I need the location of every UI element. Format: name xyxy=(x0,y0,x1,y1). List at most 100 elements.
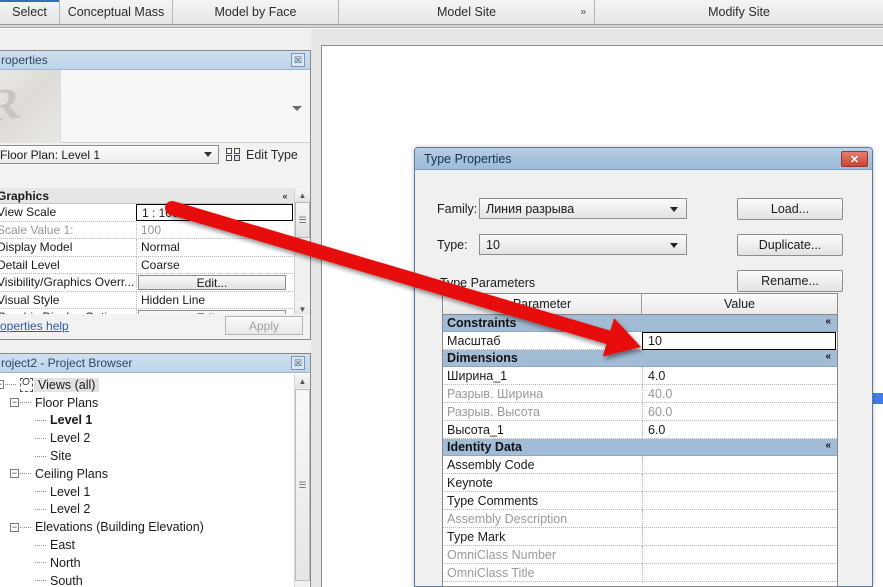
parameter-value[interactable] xyxy=(642,528,837,546)
revit-logo-glyph: R xyxy=(0,76,19,133)
parameter-value[interactable]: 6.0 xyxy=(642,421,837,439)
parameter-name: Keynote xyxy=(443,474,642,492)
view-type-combobox[interactable]: Floor Plan: Level 1 xyxy=(0,145,219,164)
table-row: Assembly Description xyxy=(443,510,837,528)
load-button[interactable]: Load... xyxy=(737,198,843,220)
scrollbar-thumb[interactable]: ☰ xyxy=(295,202,310,238)
table-section-constraints[interactable]: Constraints « xyxy=(443,315,837,332)
chevron-down-icon[interactable] xyxy=(292,106,302,111)
close-icon[interactable]: ☒ xyxy=(291,53,305,67)
tree-item-ceiling-plan-level-2[interactable]: Level 2 xyxy=(0,501,294,519)
close-icon[interactable]: ✕ xyxy=(841,151,868,167)
parameter-name: Assembly Description xyxy=(443,510,642,528)
active-tab-accent xyxy=(0,0,59,2)
tree-item-views-all[interactable]: − Views (all) xyxy=(0,376,294,394)
property-row-visibility-graphics[interactable]: Visibility/Graphics Overr... Edit... xyxy=(0,274,309,292)
tree-item-ceiling-plan-level-1[interactable]: Level 1 xyxy=(0,483,294,501)
project-browser-tree[interactable]: − Views (all) − Floor Plans Level 1 Leve xyxy=(0,374,294,587)
chevron-down-icon[interactable] xyxy=(670,207,678,212)
property-value-input[interactable]: 1 : 100 xyxy=(136,204,293,221)
parameter-value[interactable] xyxy=(642,492,837,510)
scroll-up-icon[interactable]: ▲ xyxy=(295,188,310,202)
collapse-chevron-icon[interactable]: « xyxy=(825,316,831,327)
duplicate-button[interactable]: Duplicate... xyxy=(737,234,843,256)
properties-group-header[interactable]: Graphics « xyxy=(0,188,309,204)
table-row[interactable]: Ширина_1 4.0 xyxy=(443,367,837,385)
property-row-display-model[interactable]: Display Model Normal xyxy=(0,239,309,257)
table-row[interactable]: Keynote xyxy=(443,474,837,492)
tree-item-floor-plans[interactable]: − Floor Plans xyxy=(0,394,294,412)
parameter-value[interactable] xyxy=(642,474,837,492)
tree-item-floor-plan-level-1[interactable]: Level 1 xyxy=(0,412,294,430)
property-value[interactable]: Normal xyxy=(136,239,293,257)
expander-icon[interactable]: − xyxy=(10,469,19,479)
tree-item-elevations[interactable]: − Elevations (Building Elevation) xyxy=(0,518,294,536)
type-value: 10 xyxy=(486,237,500,252)
column-header-value[interactable]: Value xyxy=(642,294,837,314)
table-row: OmniClass Title xyxy=(443,564,837,582)
dialog-title: Type Properties xyxy=(424,151,512,166)
properties-group-label: Graphics xyxy=(0,188,277,204)
ribbon-tab-model-site[interactable]: Model Site » xyxy=(339,0,595,24)
tree-item-floor-plan-level-2[interactable]: Level 2 xyxy=(0,429,294,447)
properties-footer: roperties help Apply xyxy=(0,314,309,338)
collapse-chevron-icon[interactable]: « xyxy=(277,188,293,204)
rename-button[interactable]: Rename... xyxy=(737,270,843,292)
property-value[interactable]: Hidden Line xyxy=(136,291,293,309)
scrollbar-thumb[interactable]: ☰ xyxy=(295,389,310,581)
family-value: Линия разрыва xyxy=(486,201,575,216)
property-name: Display Model xyxy=(0,239,136,257)
property-row-detail-level[interactable]: Detail Level Coarse xyxy=(0,256,309,274)
expander-icon[interactable]: − xyxy=(10,398,19,408)
apply-button[interactable]: Apply xyxy=(225,316,303,335)
chevron-down-icon[interactable] xyxy=(204,152,212,157)
property-value: 100 xyxy=(136,221,293,239)
edit-type-button[interactable]: Edit Type xyxy=(219,145,308,164)
property-value[interactable]: Coarse xyxy=(136,256,293,274)
ribbon-tab-conceptual-mass[interactable]: Conceptual Mass xyxy=(60,0,173,24)
parameter-value[interactable]: 4.0 xyxy=(642,367,837,385)
scroll-up-icon[interactable]: ▲ xyxy=(295,374,310,388)
properties-help-link[interactable]: roperties help xyxy=(0,319,69,333)
table-row[interactable]: Type Comments xyxy=(443,492,837,510)
table-row[interactable]: Assembly Code xyxy=(443,456,837,474)
property-row-view-scale[interactable]: View Scale 1 : 100 xyxy=(0,204,309,222)
column-header-parameter[interactable]: Parameter xyxy=(443,294,642,314)
project-browser-scrollbar[interactable]: ▲ ☰ xyxy=(294,374,310,587)
expander-icon[interactable]: − xyxy=(10,522,19,532)
parameter-value[interactable] xyxy=(642,456,837,474)
dialog-titlebar[interactable]: Type Properties ✕ xyxy=(415,148,872,170)
ribbon-tab-select[interactable]: Select xyxy=(0,0,60,24)
edit-button[interactable]: Edit... xyxy=(138,275,286,291)
tree-item-label: Ceiling Plans xyxy=(35,466,108,481)
close-icon[interactable]: ☒ xyxy=(291,356,305,370)
table-row[interactable]: Высота_1 6.0 xyxy=(443,421,837,439)
table-row[interactable]: Type Mark xyxy=(443,528,837,546)
family-combobox[interactable]: Линия разрыва xyxy=(479,198,687,219)
ribbon-tab-label: Select xyxy=(12,5,47,19)
type-combobox[interactable]: 10 xyxy=(479,234,687,255)
tree-item-elevation-east[interactable]: East xyxy=(0,536,294,554)
tree-item-ceiling-plans[interactable]: − Ceiling Plans xyxy=(0,465,294,483)
table-section-identity-data[interactable]: Identity Data « xyxy=(443,439,837,456)
table-row[interactable]: Масштаб 10 xyxy=(443,332,837,350)
table-section-dimensions[interactable]: Dimensions « xyxy=(443,350,837,367)
expander-icon[interactable]: − xyxy=(0,380,4,390)
collapse-chevron-icon[interactable]: « xyxy=(825,351,831,362)
parameter-name: Ширина_1 xyxy=(443,367,642,385)
parameter-value-input[interactable]: 10 xyxy=(642,332,836,350)
ribbon-tab-modify-site[interactable]: Modify Site xyxy=(595,0,883,24)
chevron-down-icon[interactable] xyxy=(670,243,678,248)
tree-item-label: South xyxy=(50,573,83,587)
tree-item-elevation-north[interactable]: North xyxy=(0,554,294,572)
ribbon-tab-model-by-face[interactable]: Model by Face xyxy=(173,0,339,24)
ribbon-tab-label: Conceptual Mass xyxy=(67,5,165,19)
tree-item-label: Views (all) xyxy=(34,377,100,392)
collapse-chevron-icon[interactable]: « xyxy=(825,440,831,451)
tree-item-elevation-south[interactable]: South xyxy=(0,572,294,587)
properties-scrollbar[interactable]: ▲ ☰ ▼ xyxy=(294,188,310,316)
property-row-visual-style[interactable]: Visual Style Hidden Line xyxy=(0,291,309,309)
overflow-chevron-icon[interactable]: » xyxy=(580,7,586,18)
tree-item-floor-plan-site[interactable]: Site xyxy=(0,447,294,465)
tree-item-label: Site xyxy=(50,449,72,464)
